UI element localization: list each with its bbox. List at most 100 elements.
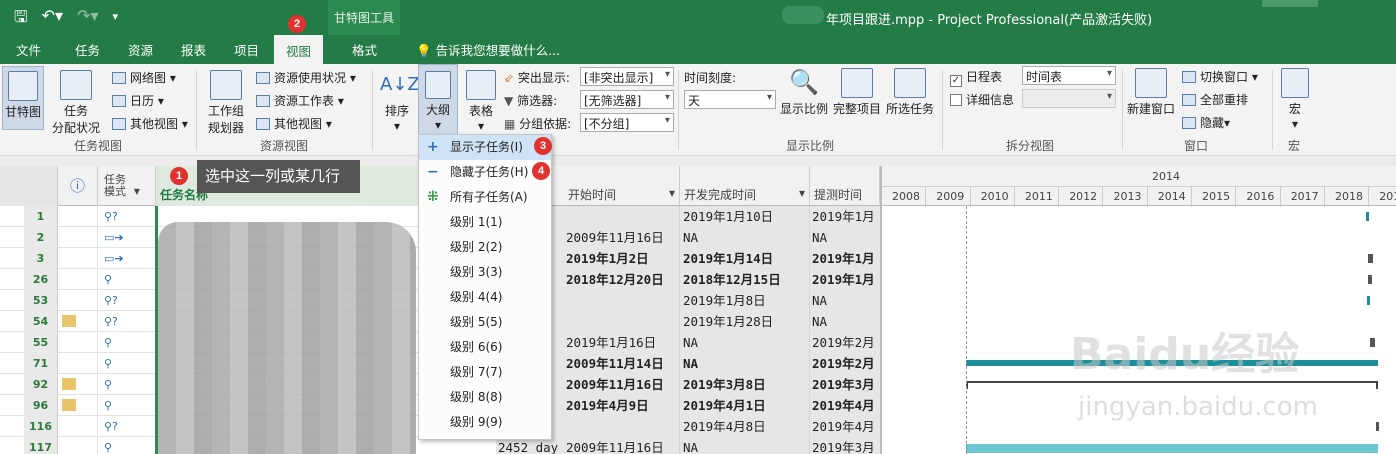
new-window-button[interactable]: 新建窗口 [1126,68,1176,117]
tables-button[interactable]: 表格 ▾ [462,70,500,133]
outline-level-item[interactable]: 级别 1(1) [419,210,551,235]
dev-done-cell[interactable]: NA [680,353,810,374]
dev-done-cell[interactable]: NA [680,332,810,353]
tab-project[interactable]: 项目 [234,40,259,59]
entire-project-button[interactable]: 完整项目 [832,68,882,117]
start-cell[interactable]: 2019年4月9日 [564,395,680,416]
tab-report[interactable]: 报表 [181,40,206,59]
timeline-dropdown[interactable]: 时间表 [1022,66,1116,85]
task-mode-cell[interactable]: ⚲ [98,395,156,416]
outline-level-item[interactable]: 级别 3(3) [419,260,551,285]
milestone-bar[interactable] [1366,212,1369,221]
task-mode-cell[interactable]: ⚲? [98,206,156,227]
tell-me-box[interactable]: 💡 告诉我您想要做什么... [416,40,560,59]
milestone-bar[interactable] [1370,338,1375,347]
dev-done-cell[interactable]: 2019年1月8日 [680,290,810,311]
team-planner-button[interactable]: 工作组 规划器 [202,70,250,136]
task-mode-cell[interactable]: ⚲ [98,353,156,374]
indicator-cell[interactable] [58,416,98,437]
redo-icon[interactable]: ↷▾ [77,6,98,33]
customize-qat-icon[interactable]: ▾ [113,10,119,33]
row-id-cell[interactable]: 3 [24,248,58,269]
submit-cell[interactable]: 2019年2月 [810,353,880,374]
row-id-cell[interactable]: 71 [24,353,58,374]
timescale-dropdown[interactable]: 天 [684,90,776,109]
task-mode-column-header[interactable]: 任务模式 ▾ [98,166,156,206]
info-column-header[interactable]: ⓘ [58,166,98,206]
task-mode-cell[interactable]: ⚲ [98,437,156,454]
switch-window-button[interactable]: 切换窗口 ▾ [1182,68,1258,85]
sort-button[interactable]: A↓Z 排序 ▾ [380,70,420,133]
submit-cell[interactable]: 2019年3月 [810,374,880,395]
submit-column-header[interactable]: 提测时间 [810,166,880,206]
submit-cell[interactable]: 2019年3月 [810,437,880,454]
indicator-cell[interactable] [58,311,98,332]
indicator-cell[interactable] [58,437,98,454]
indicator-cell[interactable] [58,227,98,248]
outline-level-item[interactable]: 级别 5(5) [419,310,551,335]
details-checkbox[interactable]: 详细信息 [950,91,1014,108]
task-mode-cell[interactable]: ⚲? [98,290,156,311]
task-mode-cell[interactable]: ⚲? [98,311,156,332]
timeline-checkbox[interactable]: ✓ 日程表 [950,68,1002,87]
other-views-button[interactable]: 其他视图 ▾ [112,115,188,132]
resource-sheet-button[interactable]: 资源工作表 ▾ [256,92,344,109]
submit-cell[interactable]: 2019年1月 [810,269,880,290]
hide-button[interactable]: 隐藏▾ [1182,114,1230,131]
indicator-cell[interactable] [58,248,98,269]
resource-other-views-button[interactable]: 其他视图 ▾ [256,115,332,132]
start-cell[interactable]: 2019年1月16日 [564,332,680,353]
dev-done-cell[interactable]: 2019年1月14日 [680,248,810,269]
outline-level-item[interactable]: 级别 9(9) [419,410,551,435]
start-cell[interactable] [564,416,680,437]
task-mode-cell[interactable]: ⚲ [98,269,156,290]
outline-level-item[interactable]: 级别 4(4) [419,285,551,310]
start-cell[interactable]: 2018年12月20日 [564,269,680,290]
submit-cell[interactable]: NA [810,311,880,332]
highlight-dropdown[interactable]: [非突出显示] [580,67,674,86]
details-dropdown[interactable] [1022,89,1116,108]
tab-file[interactable]: 文件 [16,40,41,59]
submit-cell[interactable]: 2019年4月 [810,416,880,437]
outline-level-item[interactable]: 级别 6(6) [419,335,551,360]
start-cell[interactable]: 2009年11月16日 [564,437,680,454]
dev-done-cell[interactable]: NA [680,227,810,248]
tab-resource[interactable]: 资源 [128,40,153,59]
summary-task-bar[interactable] [966,381,1378,389]
dev-done-cell[interactable]: 2019年1月28日 [680,311,810,332]
row-id-cell[interactable]: 2 [24,227,58,248]
selected-tasks-button[interactable]: 所选任务 [884,68,936,117]
zoom-button[interactable]: 🔍 显示比例 [780,68,828,117]
submit-cell[interactable]: 2019年4月 [810,395,880,416]
submit-cell[interactable]: 2019年1月 [810,248,880,269]
task-mode-cell[interactable]: ▭➔ [98,227,156,248]
indicator-cell[interactable] [58,374,98,395]
start-cell[interactable]: 2019年1月2日 [564,248,680,269]
submit-cell[interactable]: 2019年1月 [810,206,880,227]
indicator-cell[interactable] [58,206,98,227]
calendar-button[interactable]: 日历 ▾ [112,92,164,109]
outline-level-item[interactable]: 级别 8(8) [419,385,551,410]
gantt-chart-button[interactable]: 甘特图 [2,66,44,130]
dev-done-cell[interactable]: 2019年1月10日 [680,206,810,227]
arrange-all-button[interactable]: 全部重排 [1182,91,1248,108]
tab-view[interactable]: 视图 [274,35,324,64]
start-cell[interactable]: 2009年11月16日 [564,227,680,248]
indicator-cell[interactable] [58,395,98,416]
row-id-cell[interactable]: 1 [24,206,58,227]
task-mode-cell[interactable]: ⚲? [98,416,156,437]
save-icon[interactable]: 🖫 [14,6,28,33]
indicator-cell[interactable] [58,290,98,311]
indicator-cell[interactable] [58,353,98,374]
submit-cell[interactable]: NA [810,227,880,248]
milestone-bar[interactable] [1376,422,1379,431]
show-subtasks-item[interactable]: + 显示子任务(I) [419,135,551,160]
row-id-cell[interactable]: 26 [24,269,58,290]
start-cell[interactable] [564,206,680,227]
undo-icon[interactable]: ↶▾ [42,6,63,33]
start-cell[interactable]: 2009年11月14日 [564,353,680,374]
start-cell[interactable] [564,311,680,332]
task-mode-cell[interactable]: ▭➔ [98,248,156,269]
dev-done-column-header[interactable]: 开发完成时间 ▾ [680,166,810,206]
submit-cell[interactable]: NA [810,290,880,311]
